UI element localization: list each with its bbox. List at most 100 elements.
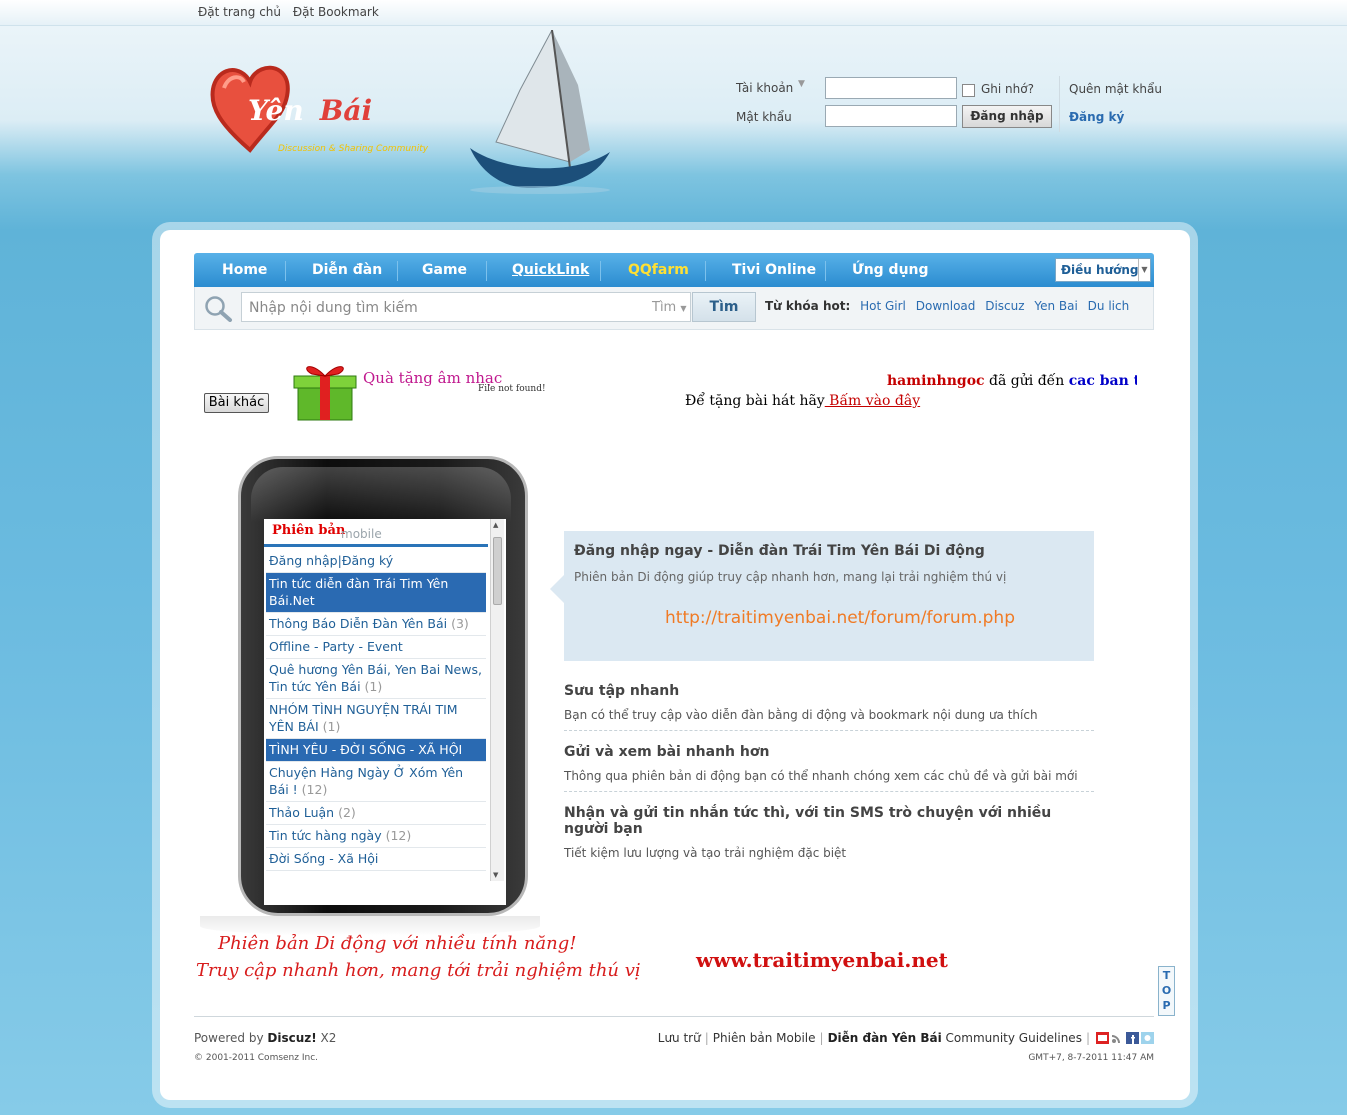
twitter-icon[interactable] xyxy=(1141,1032,1154,1044)
gift-marquee: haminhngoc đã gửi đến cac ban trong d xyxy=(887,373,1137,389)
site-url: www.traitimyenbai.net xyxy=(696,948,948,972)
bookmark-link[interactable]: Đặt Bookmark xyxy=(293,5,379,19)
username-input[interactable] xyxy=(825,77,957,99)
main-panel: Home Diễn đàn Game QuickLink QQfarm Tivi… xyxy=(160,230,1190,1100)
nav-home[interactable]: Home xyxy=(222,253,267,287)
callout-pointer xyxy=(550,575,564,603)
sailboat-illustration xyxy=(470,30,610,194)
mobile-forum-row[interactable]: Offline - Party - Event xyxy=(266,636,486,659)
mobile-header-title: Phiên bản xyxy=(272,523,346,538)
login-divider xyxy=(1059,76,1060,132)
forum-home-link[interactable]: Diễn đàn Yên Bái xyxy=(828,1031,942,1045)
feature-item: Nhận và gửi tin nhắn tức thì, với tin SM… xyxy=(564,805,1094,860)
search-button[interactable]: Tìm xyxy=(692,292,756,322)
back-to-top-button[interactable]: T O P xyxy=(1158,966,1175,1016)
mobile-forum-row-label: Đời Sống - Xã Hội xyxy=(269,851,379,866)
hot-keywords-label: Từ khóa hot: xyxy=(765,299,851,313)
mobile-forum-row-label: Đăng nhập|Đăng ký xyxy=(269,553,394,568)
phone-scrollbar[interactable]: ▲ ▼ xyxy=(490,519,504,881)
feature-desc: Tiết kiệm lưu lượng và tạo trải nghiệm đ… xyxy=(564,846,847,860)
logo-slogan: Discussion & Sharing Community xyxy=(278,144,429,154)
guidelines-link[interactable]: Community Guidelines xyxy=(942,1031,1082,1045)
account-type-arrow-icon[interactable]: ▼ xyxy=(798,79,805,89)
search-input[interactable]: Nhập nội dung tìm kiếm Tìm ▼ xyxy=(241,292,691,322)
marquee-user[interactable]: haminhngoc xyxy=(887,373,985,389)
mobile-forum-row-label: NHÓM TÌNH NGUYỆN TRÁI TIM YÊN BÁI xyxy=(269,702,458,734)
callout-subtitle: Phiên bản Di động giúp truy cập nhanh hơ… xyxy=(574,570,1007,584)
mobile-forum-row[interactable]: Chuyện Hàng Ngày Ở Xóm Yên Bái ! (12) xyxy=(266,762,486,802)
hot-keyword-link[interactable]: Du lich xyxy=(1088,299,1130,313)
footer-links: Lưu trữ | Phiên bản Mobile | Diễn đàn Yên Bá… xyxy=(658,1031,1154,1045)
callout-title[interactable]: Đăng nhập ngay - Diễn đàn Trái Tim Yên B… xyxy=(574,543,985,559)
feature-divider xyxy=(564,791,1094,792)
nav-quicklink[interactable]: QuickLink xyxy=(512,253,589,287)
nav-forum[interactable]: Diễn đàn xyxy=(312,253,382,287)
register-link[interactable]: Đăng ký xyxy=(1069,110,1124,124)
nav-divider xyxy=(397,261,398,281)
nav-divider xyxy=(825,261,826,281)
mobile-forum-row-label: Thông Báo Diễn Đàn Yên Bái xyxy=(269,616,452,631)
mobile-forum-row[interactable]: Đời Sống - Xã Hội xyxy=(266,848,486,871)
mobile-forum-row[interactable]: Tin tức hàng ngày (12) xyxy=(266,825,486,848)
mobile-forum-row-count: (12) xyxy=(301,782,328,797)
search-scope-select[interactable]: Tìm ▼ xyxy=(652,300,687,315)
nav-game[interactable]: Game xyxy=(422,253,467,287)
top-links: Đặt trang chủ Đặt Bookmark xyxy=(198,5,387,19)
rss-icon[interactable] xyxy=(1111,1032,1124,1044)
hot-keywords: Từ khóa hot: Hot Girl Download Discuz Ye… xyxy=(765,299,1135,313)
logo-text: Yên Bái xyxy=(248,94,372,127)
feature-desc: Bạn có thể truy cập vào diễn đàn bằng di… xyxy=(564,708,1038,722)
version-text: X2 xyxy=(316,1031,337,1045)
facebook-icon[interactable] xyxy=(1126,1032,1139,1044)
archive-link[interactable]: Lưu trữ xyxy=(658,1031,701,1045)
ad-icon[interactable] xyxy=(1096,1032,1109,1044)
tagline-line-2: Truy cập nhanh hơn, mang tới trải nghiệm… xyxy=(196,960,641,981)
other-song-button[interactable]: Bài khác xyxy=(204,393,269,413)
feature-desc: Thông qua phiên bản di động bạn có thể n… xyxy=(564,769,1078,783)
site-logo[interactable]: Yên Bái Discussion & Sharing Community xyxy=(210,62,450,162)
remember-checkbox[interactable] xyxy=(962,84,975,97)
mobile-version-link[interactable]: Phiên bản Mobile xyxy=(713,1031,816,1045)
nav-qqfarm[interactable]: QQfarm xyxy=(628,253,689,287)
mobile-header: Phiên bản mobile xyxy=(264,519,488,547)
mobile-forum-row[interactable]: Tin tức diễn đàn Trái Tim Yên Bái.Net xyxy=(266,573,486,613)
feature-divider xyxy=(564,730,1094,731)
mobile-login-callout: Đăng nhập ngay - Diễn đàn Trái Tim Yên B… xyxy=(550,531,1094,661)
password-input[interactable] xyxy=(825,105,957,127)
scroll-up-icon[interactable]: ▲ xyxy=(493,521,498,529)
hot-keyword-link[interactable]: Yen Bai xyxy=(1034,299,1077,313)
mobile-forum-row[interactable]: TÌNH YÊU - ĐỜI SỐNG - XÃ HỘI xyxy=(266,739,486,762)
login-button[interactable]: Đăng nhập xyxy=(962,105,1052,128)
nav-tivi-online[interactable]: Tivi Online xyxy=(732,253,816,287)
mobile-forum-url-link[interactable]: http://traitimyenbai.net/forum/forum.php xyxy=(665,608,1015,628)
search-icon xyxy=(205,296,232,322)
phone-screen: Phiên bản mobile Đăng nhập|Đăng ký Tin tứ… xyxy=(264,519,506,905)
hot-keyword-link[interactable]: Hot Girl xyxy=(860,299,906,313)
set-home-link[interactable]: Đặt trang chủ xyxy=(198,5,281,19)
mobile-forum-row[interactable]: Thảo Luận (2) xyxy=(266,802,486,825)
gift-prompt: Để tặng bài hát hãy Bấm vào đây xyxy=(685,393,920,409)
mobile-forum-row[interactable]: Thông Báo Diễn Đàn Yên Bái (3) xyxy=(266,613,486,636)
scrollbar-thumb[interactable] xyxy=(493,537,502,605)
mobile-forum-row-label: Thảo Luận xyxy=(269,805,339,820)
server-time: GMT+7, 8-7-2011 11:47 AM xyxy=(1028,1053,1154,1063)
gift-click-here-link[interactable]: Bấm vào đây xyxy=(825,393,920,409)
search-bar: Nhập nội dung tìm kiếm Tìm ▼ Tìm Từ khóa… xyxy=(194,287,1154,330)
mobile-header-sub: mobile xyxy=(341,527,382,541)
hot-keyword-link[interactable]: Discuz xyxy=(985,299,1024,313)
discuz-link[interactable]: Discuz! xyxy=(267,1031,316,1045)
nav-apps[interactable]: Ứng dụng xyxy=(852,253,929,287)
hot-keyword-link[interactable]: Download xyxy=(916,299,976,313)
main-nav: Home Diễn đàn Game QuickLink QQfarm Tivi… xyxy=(194,253,1154,287)
mobile-forum-row[interactable]: NHÓM TÌNH NGUYỆN TRÁI TIM YÊN BÁI (1) xyxy=(266,699,486,739)
navigation-dropdown[interactable]: Điều hướng ▼ xyxy=(1055,258,1151,282)
forgot-password-link[interactable]: Quên mật khẩu xyxy=(1069,82,1162,96)
remember-label: Ghi nhớ? xyxy=(981,82,1034,96)
mobile-forum-row[interactable]: Quê hương Yên Bái, Yen Bai News, Tin tức… xyxy=(266,659,486,699)
mobile-forum-row-count: (1) xyxy=(322,719,341,734)
password-label: Mật khẩu xyxy=(736,110,792,124)
mobile-forum-row[interactable]: Đăng nhập|Đăng ký xyxy=(266,550,486,573)
mobile-forum-row-count: (3) xyxy=(451,616,469,631)
powered-by: Powered by Discuz! X2 xyxy=(194,1031,336,1045)
scroll-down-icon[interactable]: ▼ xyxy=(493,871,498,879)
